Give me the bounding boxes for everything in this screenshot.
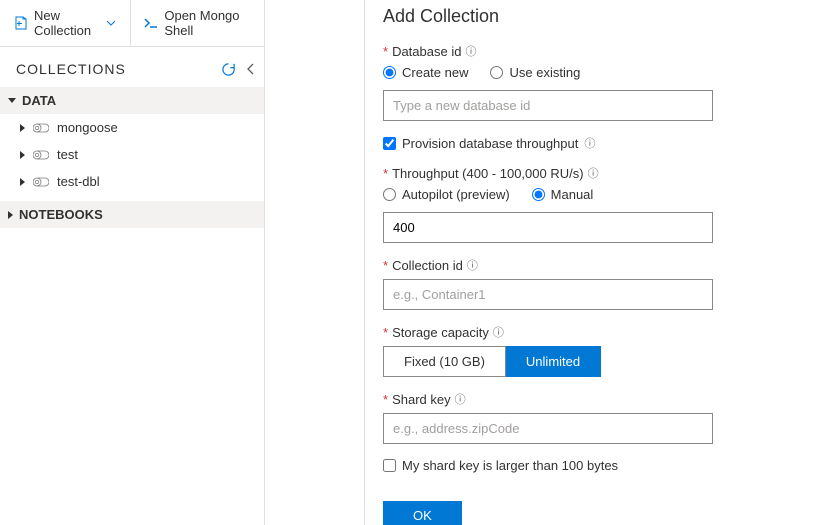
data-group-header[interactable]: DATA (0, 87, 264, 114)
info-icon[interactable]: ⓘ (588, 165, 599, 181)
database-icon (33, 122, 49, 134)
refresh-icon[interactable] (221, 62, 236, 77)
create-new-radio-input[interactable] (383, 66, 396, 79)
database-id-input[interactable] (383, 90, 713, 121)
autopilot-radio-input[interactable] (383, 188, 396, 201)
throughput-input[interactable] (383, 212, 713, 243)
collections-header: COLLECTIONS (0, 47, 264, 87)
use-existing-radio[interactable]: Use existing (490, 65, 580, 80)
storage-unlimited-option[interactable]: Unlimited (506, 346, 601, 377)
required-marker: * (383, 44, 388, 59)
database-item[interactable]: test (0, 141, 264, 168)
required-marker: * (383, 392, 388, 407)
required-marker: * (383, 166, 388, 181)
required-marker: * (383, 325, 388, 340)
shard-key-input[interactable] (383, 413, 713, 444)
collapse-icon[interactable] (246, 63, 256, 75)
required-marker: * (383, 258, 388, 273)
use-existing-radio-input[interactable] (490, 66, 503, 79)
create-new-radio[interactable]: Create new (383, 65, 468, 80)
collection-id-input[interactable] (383, 279, 713, 310)
open-shell-label: Open Mongo Shell (164, 8, 250, 38)
panel-title: Add Collection (383, 6, 815, 27)
storage-capacity-toggle: Fixed (10 GB) Unlimited (383, 346, 815, 377)
database-icon (33, 149, 49, 161)
database-id-label: * Database id ⓘ (383, 43, 815, 59)
info-icon[interactable]: ⓘ (584, 135, 595, 151)
open-shell-button[interactable]: Open Mongo Shell (130, 0, 264, 46)
new-collection-icon (14, 16, 28, 30)
info-icon[interactable]: ⓘ (493, 324, 504, 340)
ok-button[interactable]: OK (383, 501, 462, 525)
new-collection-button[interactable]: New Collection (0, 0, 130, 46)
add-collection-panel: Add Collection * Database id ⓘ Create ne… (365, 0, 833, 525)
notebooks-group-header[interactable]: NOTEBOOKS (0, 201, 264, 228)
caret-right-icon (20, 151, 25, 159)
database-item[interactable]: mongoose (0, 114, 264, 141)
new-collection-label: New Collection (34, 8, 100, 38)
large-shard-key-checkbox[interactable]: My shard key is larger than 100 bytes (383, 458, 815, 473)
database-label: mongoose (57, 120, 118, 135)
database-label: test (57, 147, 78, 162)
shard-key-label: * Shard key ⓘ (383, 391, 815, 407)
collections-title: COLLECTIONS (16, 61, 126, 77)
caret-right-icon (20, 178, 25, 186)
chevron-down-icon (106, 18, 116, 28)
data-group-label: DATA (22, 93, 56, 108)
large-shard-key-input[interactable] (383, 459, 396, 472)
database-item[interactable]: test-dbl (0, 168, 264, 195)
provision-throughput-checkbox[interactable]: Provision database throughput ⓘ (383, 135, 815, 151)
top-toolbar: New Collection Open Mongo Shell (0, 0, 264, 47)
manual-radio[interactable]: Manual (532, 187, 594, 202)
info-icon[interactable]: ⓘ (465, 43, 476, 59)
notebooks-group-label: NOTEBOOKS (19, 207, 103, 222)
database-label: test-dbl (57, 174, 100, 189)
shell-icon (144, 16, 158, 30)
autopilot-radio[interactable]: Autopilot (preview) (383, 187, 510, 202)
collection-id-label: * Collection id ⓘ (383, 257, 815, 273)
storage-capacity-label: * Storage capacity ⓘ (383, 324, 815, 340)
storage-fixed-option[interactable]: Fixed (10 GB) (383, 346, 506, 377)
info-icon[interactable]: ⓘ (467, 257, 478, 273)
database-icon (33, 176, 49, 188)
manual-radio-input[interactable] (532, 188, 545, 201)
provision-throughput-input[interactable] (383, 137, 396, 150)
throughput-label: * Throughput (400 - 100,000 RU/s) ⓘ (383, 165, 815, 181)
middle-pane (265, 0, 365, 525)
caret-right-icon (8, 211, 13, 219)
caret-right-icon (20, 124, 25, 132)
caret-down-icon (8, 98, 16, 103)
info-icon[interactable]: ⓘ (455, 391, 466, 407)
